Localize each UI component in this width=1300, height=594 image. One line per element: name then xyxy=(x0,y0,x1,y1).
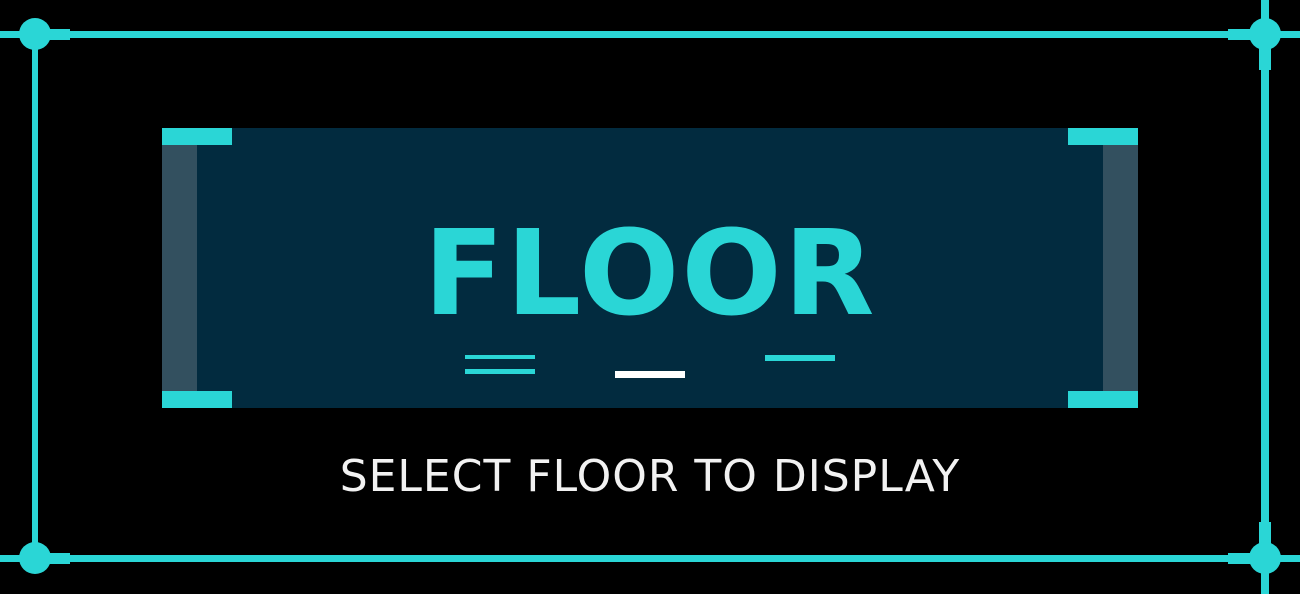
frame-bottom-line xyxy=(0,555,1300,562)
floor-select-screen: FLOOR SELECT FLOOR TO DISPLAY xyxy=(0,0,1300,594)
right-bracket-bottom xyxy=(1068,391,1138,408)
indicator-line xyxy=(465,355,535,359)
current-floor-indicator[interactable] xyxy=(615,371,685,379)
frame-node-top-left xyxy=(19,18,51,50)
next-floor-indicator[interactable] xyxy=(765,355,835,363)
right-bracket-top xyxy=(1068,128,1138,145)
frame-node-bottom-left xyxy=(19,542,51,574)
previous-floor-indicator[interactable] xyxy=(465,355,535,379)
frame-node-bottom-right xyxy=(1249,542,1281,574)
floor-title: FLOOR xyxy=(423,204,877,342)
indicator-line-active xyxy=(615,371,685,378)
left-bracket-top xyxy=(162,128,232,145)
select-floor-instruction: SELECT FLOOR TO DISPLAY xyxy=(339,451,961,502)
indicator-line xyxy=(765,355,835,361)
frame-top-line xyxy=(0,31,1300,38)
left-bracket-bottom xyxy=(162,391,232,408)
indicator-line xyxy=(465,369,535,374)
frame-node-top-right xyxy=(1249,18,1281,50)
